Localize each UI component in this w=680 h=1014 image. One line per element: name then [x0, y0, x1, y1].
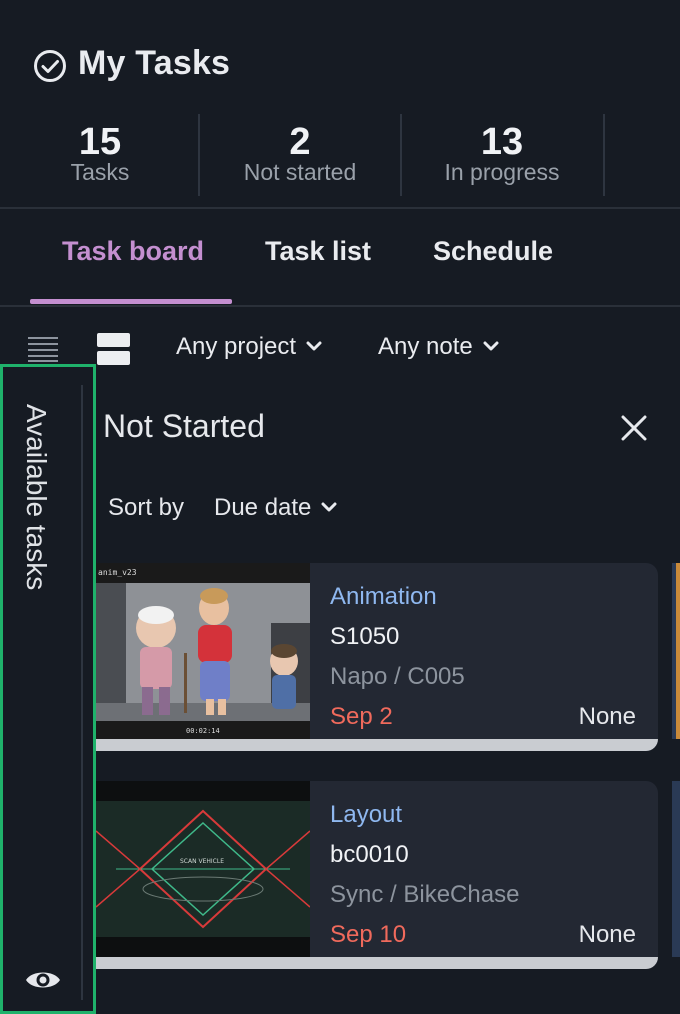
stat-not-started: 2 Not started [200, 120, 400, 184]
stat-label: In progress [444, 159, 560, 185]
stat-in-progress: 13 In progress [402, 120, 602, 184]
task-entity-name: S1050 [330, 623, 400, 650]
task-entity-name: bc0010 [330, 841, 409, 868]
column-title: Not Started [103, 408, 265, 444]
project-filter-label: Any project [176, 333, 297, 360]
stat-tasks: 15 Tasks [0, 120, 200, 184]
board-view-icon[interactable] [97, 333, 130, 365]
chevron-down-icon [321, 502, 337, 512]
tab-task-board[interactable]: Task board [62, 236, 204, 267]
card-progress-bar [96, 739, 658, 751]
tab-task-list[interactable]: Task list [265, 236, 371, 267]
chevron-down-icon [483, 341, 499, 351]
task-priority: None [578, 921, 636, 948]
stat-value: 13 [480, 121, 524, 163]
project-filter[interactable]: Any project [176, 333, 322, 361]
task-due-date: Sep 2 [330, 703, 393, 730]
stat-divider [603, 114, 605, 196]
card-progress-bar [96, 957, 658, 969]
thumb-label: anim_v23 [98, 568, 137, 577]
active-tab-indicator [30, 299, 232, 304]
close-icon[interactable] [620, 414, 648, 442]
stat-label: Tasks [70, 159, 130, 185]
chevron-down-icon [306, 341, 322, 351]
task-type: Layout [330, 801, 403, 828]
stat-value: 2 [289, 121, 311, 163]
tabs-divider [0, 305, 680, 307]
note-filter-label: Any note [378, 333, 473, 360]
page-title: My Tasks [78, 44, 231, 82]
stat-value: 15 [78, 121, 122, 163]
check-circle-icon [34, 50, 66, 82]
sort-dropdown[interactable]: Due date [214, 494, 337, 522]
task-thumbnail: SCAN VEHICLE [96, 781, 310, 957]
tab-schedule[interactable]: Schedule [433, 236, 553, 267]
header-divider [0, 207, 680, 209]
sidebar-focus-outline [0, 364, 96, 1014]
task-priority: None [578, 703, 636, 730]
task-project: Sync / BikeChase [330, 881, 520, 908]
task-type: Animation [330, 583, 437, 610]
stat-label: Not started [243, 159, 357, 185]
task-project: Napo / C005 [330, 663, 465, 690]
task-due-date: Sep 10 [330, 921, 407, 948]
note-filter[interactable]: Any note [378, 333, 499, 361]
task-card[interactable]: anim_v23 00:02:14 Animation S1050 Napo /… [96, 563, 658, 751]
sort-value: Due date [214, 494, 312, 521]
task-thumbnail: anim_v23 00:02:14 [96, 563, 310, 739]
thumb-timecode: 00:02:14 [186, 727, 220, 735]
next-column-edge [676, 563, 680, 739]
task-card[interactable]: SCAN VEHICLE Layout bc0010 Sync / BikeCh… [96, 781, 658, 969]
list-view-icon[interactable] [28, 336, 58, 362]
next-column-edge [672, 781, 680, 957]
sort-label: Sort by [108, 494, 185, 521]
thumb-overlay-text: SCAN VEHICLE [180, 858, 224, 865]
